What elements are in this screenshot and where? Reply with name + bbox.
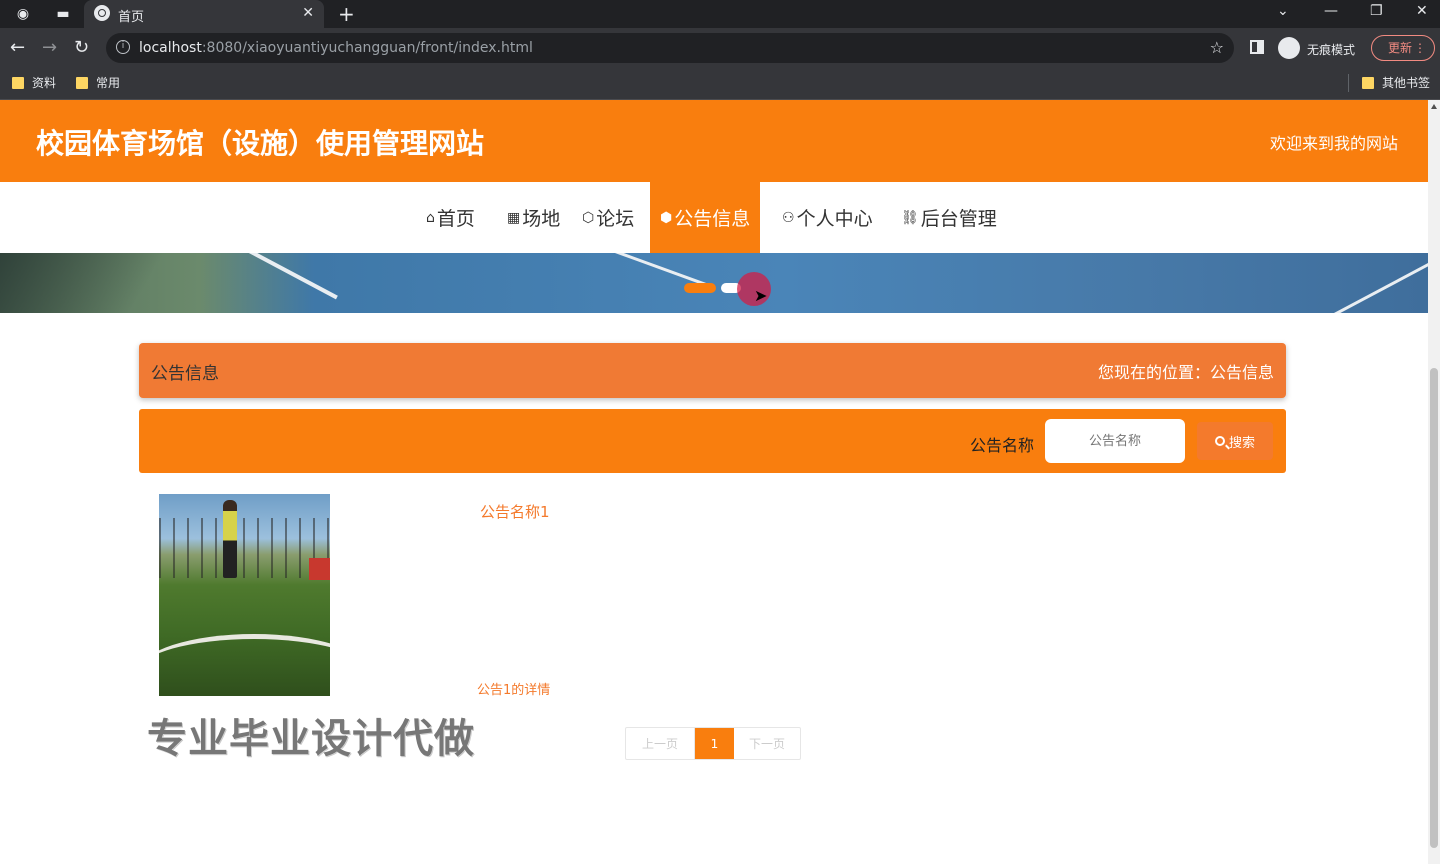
reload-icon[interactable]: ↻ (74, 37, 89, 58)
bookmark-separator (1348, 74, 1349, 92)
browser-tab-strip: ◉ ▬ 首页 ✕ + ⌄ — ❐ ✕ (0, 0, 1440, 28)
main-nav: ⌂ 首页 ▦ 场地 ⬡ 论坛 ⬢ 公告信息 ⚇ 个人中心 ⛓ 后台管理 (0, 182, 1428, 253)
folder-icon (76, 76, 88, 89)
search-label: 公告名称 (970, 436, 1035, 455)
user-icon: ⚇ (782, 209, 795, 226)
site-info-icon[interactable]: i (116, 40, 130, 54)
bookmark-folder-other[interactable]: 其他书签 (1362, 74, 1430, 91)
search-icon (1214, 436, 1225, 446)
court-line (1198, 263, 1428, 313)
carousel-dot-active[interactable] (684, 283, 716, 293)
breadcrumb: 您现在的位置：公告信息 (1097, 363, 1274, 382)
nav-item-announcements[interactable]: ⬢ 公告信息 (650, 182, 761, 253)
search-button[interactable]: 搜索 (1197, 422, 1273, 460)
tab-search-icon[interactable]: ▬ (54, 5, 72, 23)
nav-item-admin[interactable]: ⛓ 后台管理 (901, 182, 997, 253)
url-text[interactable]: localhost:8080/xiaoyuantiyuchangguan/fro… (139, 40, 533, 56)
image-sign (309, 558, 330, 580)
next-page-button[interactable]: 下一页 (734, 728, 800, 759)
bookmarks-bar: 资料 常用 其他书签 (0, 68, 1440, 100)
browser-toolbar: ← → ↻ i localhost:8080/xiaoyuantiyuchang… (0, 28, 1440, 68)
update-button[interactable]: 更新 ⋮ (1371, 35, 1435, 61)
section-title: 公告信息 (151, 364, 219, 384)
new-tab-button[interactable]: + (338, 2, 355, 26)
back-icon[interactable]: ← (10, 37, 25, 58)
prev-page-button[interactable]: 上一页 (626, 728, 695, 759)
mouse-cursor-icon: ➤ (754, 286, 768, 305)
nav-item-venue[interactable]: ▦ 场地 (507, 182, 560, 253)
browser-menu-icon[interactable]: ◉ (14, 5, 32, 23)
banner-carousel: ➤ (0, 253, 1428, 313)
page-viewport: 校园体育场馆（设施）使用管理网站 欢迎来到我的网站 ⌂ 首页 ▦ 场地 ⬡ 论坛 ⬢ 公… (0, 100, 1428, 864)
bookmark-star-icon[interactable]: ☆ (1210, 38, 1224, 57)
incognito-icon[interactable] (1278, 37, 1300, 59)
image-field-line (159, 634, 330, 696)
box-icon: ⬢ (660, 209, 673, 226)
welcome-text: 欢迎来到我的网站 (1269, 134, 1398, 153)
address-bar[interactable]: i localhost:8080/xiaoyuantiyuchangguan/f… (106, 33, 1234, 63)
search-bar: 公告名称 搜索 (139, 409, 1286, 473)
bookmark-folder-changyong[interactable]: 常用 (76, 74, 120, 91)
banner-field-shade (0, 253, 200, 313)
bookmark-folder-ziliao[interactable]: 资料 (12, 74, 56, 91)
nav-item-profile[interactable]: ⚇ 个人中心 (782, 182, 873, 253)
search-input[interactable] (1045, 419, 1185, 463)
nav-item-home[interactable]: ⌂ 首页 (426, 182, 475, 253)
tab-title: 首页 (118, 10, 145, 25)
watermark: 专业毕业设计代做 (147, 716, 475, 762)
folder-icon (1362, 76, 1374, 89)
link-icon: ⛓ (901, 209, 919, 226)
folder-icon (12, 76, 24, 89)
more-icon[interactable]: ⋮ (1414, 36, 1426, 60)
news-thumbnail[interactable] (159, 494, 330, 696)
court-line (230, 253, 338, 300)
site-header: 校园体育场馆（设施）使用管理网站 欢迎来到我的网站 (0, 100, 1428, 182)
tab-list-icon[interactable]: ⌄ (1277, 3, 1289, 19)
venue-icon: ▦ (507, 209, 521, 226)
breadcrumb-bar: 公告信息 您现在的位置：公告信息 (139, 343, 1286, 398)
forward-icon[interactable]: → (42, 37, 57, 58)
nav-item-forum[interactable]: ⬡ 论坛 (582, 182, 634, 253)
news-detail[interactable]: 公告1的详情 (477, 679, 550, 698)
close-tab-icon[interactable]: ✕ (302, 5, 314, 21)
home-icon: ⌂ (426, 209, 435, 226)
site-title: 校园体育场馆（设施）使用管理网站 (36, 127, 485, 160)
active-tab[interactable]: 首页 ✕ (84, 0, 324, 28)
image-fence (159, 518, 330, 578)
scroll-up-icon[interactable] (1431, 104, 1437, 109)
page-scrollbar[interactable] (1428, 100, 1440, 864)
restore-icon[interactable]: ❐ (1370, 3, 1383, 19)
pagination: 上一页 1 下一页 (625, 727, 801, 760)
tag-icon: ⬡ (582, 209, 595, 226)
incognito-label[interactable]: 无痕模式 (1307, 41, 1355, 58)
close-window-icon[interactable]: ✕ (1416, 3, 1428, 19)
page-1-button[interactable]: 1 (695, 728, 734, 759)
image-player (223, 500, 237, 578)
globe-icon (94, 5, 110, 21)
scroll-thumb[interactable] (1430, 368, 1438, 848)
side-panel-icon[interactable] (1250, 40, 1264, 54)
news-title[interactable]: 公告名称1 (480, 501, 550, 522)
minimize-icon[interactable]: — (1324, 3, 1338, 19)
